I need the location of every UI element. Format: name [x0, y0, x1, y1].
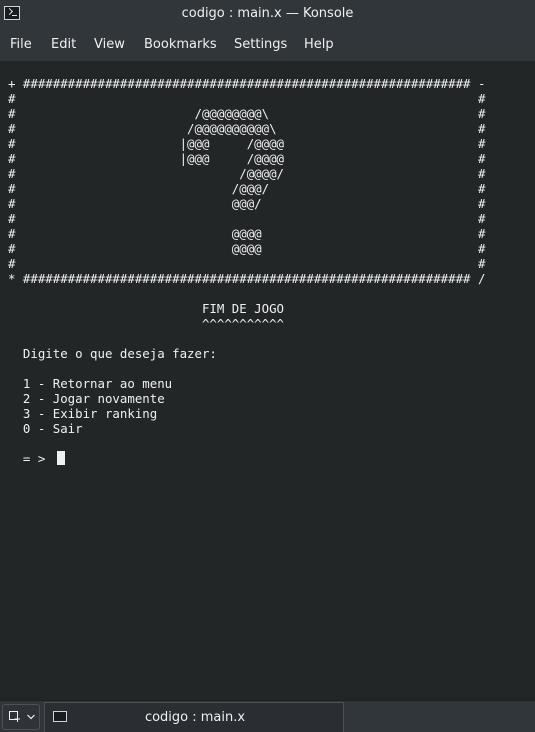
window-title: codigo : main.x — Konsole: [181, 6, 354, 21]
game-over-underline: ^^^^^^^^^^^: [8, 316, 285, 331]
title-bar[interactable]: codigo : main.x — Konsole: [0, 0, 535, 28]
menu-edit[interactable]: Edit: [51, 37, 76, 52]
konsole-window: codigo : main.x — Konsole File Edit View…: [0, 0, 535, 732]
terminal-line: # /@@@@@@@@\ #: [8, 106, 486, 121]
terminal-line: # #: [8, 211, 486, 226]
menu-view[interactable]: View: [94, 37, 125, 52]
terminal-line: # /@@@@@@@@@@\ #: [8, 121, 486, 136]
menu-bar: File Edit View Bookmarks Settings Help: [0, 28, 535, 61]
menu-help[interactable]: Help: [304, 37, 334, 52]
game-over-heading: FIM DE JOGO: [8, 301, 285, 316]
input-prompt[interactable]: = >: [8, 451, 53, 466]
menu-file[interactable]: File: [10, 37, 32, 52]
prompt-question: Digite o que deseja fazer:: [8, 346, 217, 361]
option-play-again: 2 - Jogar novamente: [8, 391, 165, 406]
terminal-line: # #: [8, 91, 486, 106]
tab-main[interactable]: codigo : main.x: [44, 702, 344, 732]
terminal-line: # #: [8, 256, 486, 271]
terminal-line: # @@@/ #: [8, 196, 486, 211]
terminal-output[interactable]: + ######################################…: [0, 61, 535, 700]
menu-bookmarks[interactable]: Bookmarks: [144, 37, 217, 52]
terminal-line: # /@@@/ #: [8, 181, 486, 196]
option-return-menu: 1 - Retornar ao menu: [8, 376, 173, 391]
menu-settings[interactable]: Settings: [234, 37, 287, 52]
tab-bar: codigo : main.x: [0, 700, 535, 732]
terminal-line: + ######################################…: [8, 76, 486, 91]
new-tab-button[interactable]: [2, 704, 40, 730]
chevron-down-icon[interactable]: [27, 714, 35, 720]
option-show-ranking: 3 - Exibir ranking: [8, 406, 158, 421]
terminal-line: # @@@@ #: [8, 241, 486, 256]
text-cursor: [57, 451, 65, 465]
tab-label: codigo : main.x: [144, 710, 246, 725]
terminal-line: # @@@@ #: [8, 226, 486, 241]
terminal-line: * ######################################…: [8, 271, 486, 286]
terminal-line: # |@@@ /@@@@ #: [8, 136, 486, 151]
terminal-line: # /@@@@/ #: [8, 166, 486, 181]
new-tab-icon: [9, 711, 20, 722]
terminal-line: # |@@@ /@@@@ #: [8, 151, 486, 166]
option-exit: 0 - Sair: [8, 421, 83, 436]
